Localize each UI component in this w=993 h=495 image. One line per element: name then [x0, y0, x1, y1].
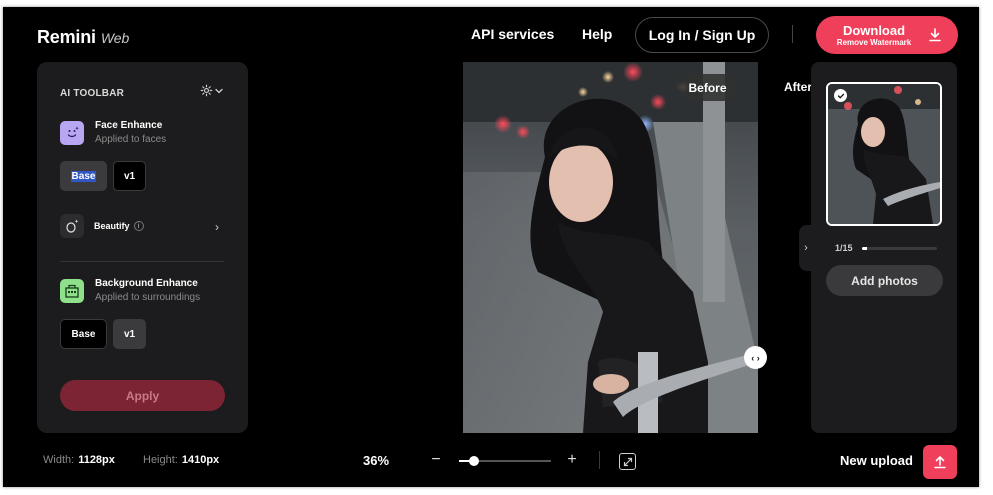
face-enhance-subtitle: Applied to faces: [95, 134, 167, 145]
photo-canvas[interactable]: [463, 62, 758, 433]
download-subtitle: Remove Watermark: [836, 37, 912, 47]
new-upload-label[interactable]: New upload: [840, 453, 913, 468]
app-window: Remini Web API services Help Log In / Si…: [3, 7, 979, 487]
help-link[interactable]: Help: [582, 26, 612, 42]
check-icon: [834, 89, 847, 102]
width-readout: Width: 1128px: [43, 454, 115, 466]
height-readout: Height: 1410px: [143, 454, 219, 466]
beautify-label: Beautify: [94, 221, 130, 231]
login-signup-button[interactable]: Log In / Sign Up: [635, 17, 769, 53]
toolbar-title: AI TOOLBAR: [60, 88, 125, 99]
photo-counter: 1/15: [835, 243, 853, 253]
thumbnail-panel: 1/15 Add photos: [811, 62, 957, 433]
ai-toolbar-panel: AI TOOLBAR Face Enhance Applied to faces…: [37, 62, 248, 433]
zoom-out-icon[interactable]: −: [426, 448, 446, 472]
background-enhance-subtitle: Applied to surroundings: [95, 292, 201, 303]
toolbar-divider: [60, 261, 224, 262]
photo-progress-fill: [862, 247, 868, 250]
split-handle-icon[interactable]: ‹ ›: [744, 346, 767, 369]
photo-progress: [862, 247, 937, 250]
download-button[interactable]: Download Remove Watermark: [816, 16, 958, 54]
zoom-in-icon[interactable]: +: [562, 448, 582, 472]
face-option-base[interactable]: Base: [60, 161, 107, 191]
zoom-slider[interactable]: [459, 456, 551, 466]
toolbar-settings-button[interactable]: [200, 84, 223, 97]
logo-sub: Web: [100, 30, 130, 46]
background-enhance-title: Background Enhance: [95, 278, 198, 289]
background-option-base[interactable]: Base: [60, 319, 107, 349]
chevron-down-icon: [215, 88, 223, 93]
header-divider: [792, 25, 793, 43]
chevron-right-icon[interactable]: ›: [215, 220, 219, 234]
face-enhance-title: Face Enhance: [95, 120, 163, 131]
download-title: Download: [842, 22, 906, 38]
background-option-v1[interactable]: v1: [113, 319, 146, 349]
face-icon: [60, 121, 84, 145]
footer-divider: [599, 451, 600, 469]
height-label: Height:: [143, 454, 178, 466]
height-value: 1410px: [181, 454, 220, 466]
app-logo[interactable]: Remini Web: [37, 27, 129, 48]
face-option-v1[interactable]: v1: [113, 161, 146, 191]
before-label[interactable]: Before: [678, 74, 737, 101]
thumbnail-selected[interactable]: [826, 82, 942, 226]
apply-button[interactable]: Apply: [60, 380, 225, 411]
api-services-link[interactable]: API services: [471, 26, 554, 42]
gear-icon: [200, 84, 213, 97]
fit-screen-icon[interactable]: [619, 453, 636, 470]
zoom-level: 36%: [363, 453, 390, 468]
beautify-option[interactable]: Beautify i: [94, 221, 144, 231]
face-option-base-label: Base: [70, 170, 97, 182]
upload-icon[interactable]: [923, 445, 957, 479]
logo-main: Remini: [37, 27, 96, 47]
info-icon[interactable]: i: [133, 221, 144, 231]
add-photos-button[interactable]: Add photos: [826, 265, 943, 296]
width-value: 1128px: [78, 454, 115, 466]
thumbnail-image: [828, 84, 940, 224]
background-icon: [60, 279, 84, 303]
after-label[interactable]: After: [784, 80, 812, 94]
zoom-slider-handle[interactable]: [468, 456, 479, 466]
portrait-photo: [463, 62, 758, 433]
width-label: Width:: [43, 454, 75, 466]
beautify-icon: [60, 214, 84, 238]
download-icon: [928, 28, 942, 42]
